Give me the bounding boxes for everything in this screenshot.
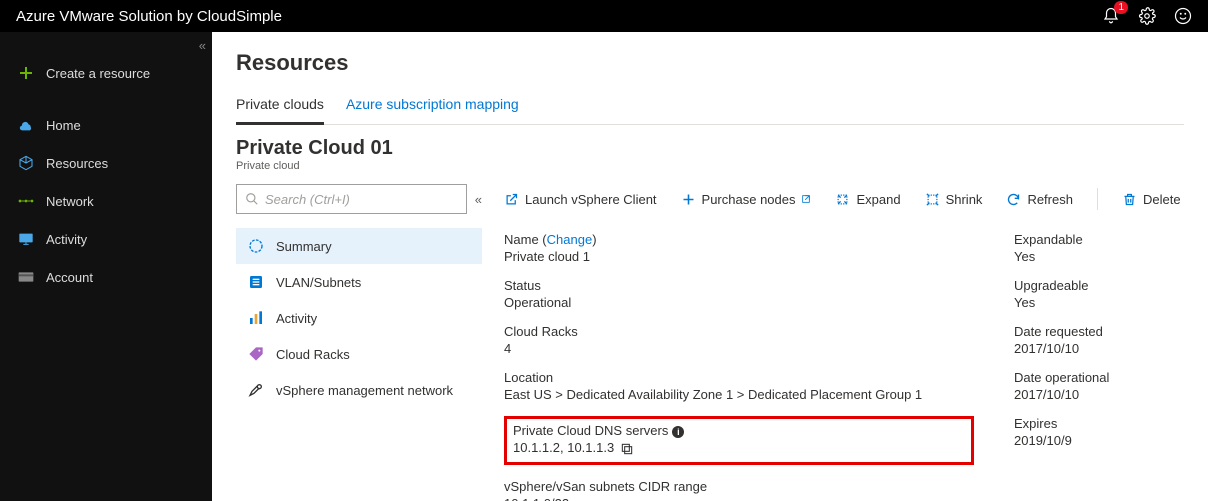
shrink-icon — [925, 192, 940, 207]
side-vsphere-label: vSphere management network — [276, 383, 453, 398]
card-icon — [18, 269, 34, 285]
delete-button[interactable]: Delete — [1122, 192, 1181, 207]
side-vsphere-network[interactable]: vSphere management network — [236, 372, 482, 408]
detail-dns-servers: Private Cloud DNS serversi 10.1.1.2, 10.… — [513, 423, 965, 456]
search-icon — [245, 192, 259, 206]
nav-account[interactable]: Account — [0, 258, 212, 296]
settings-button[interactable] — [1138, 7, 1156, 25]
summary-icon — [248, 238, 264, 254]
side-activity-label: Activity — [276, 311, 317, 326]
purchase-nodes-button[interactable]: Purchase nodes — [681, 192, 812, 207]
popout-icon — [801, 194, 811, 204]
nav-activity-label: Activity — [46, 232, 87, 247]
nav-network[interactable]: Network — [0, 182, 212, 220]
side-racks-label: Cloud Racks — [276, 347, 350, 362]
detail-location: Location East US > Dedicated Availabilit… — [504, 370, 974, 402]
feedback-button[interactable] — [1174, 7, 1192, 25]
copy-button[interactable] — [620, 442, 634, 456]
trash-icon — [1122, 192, 1137, 207]
detail-upgradeable: Upgradeable Yes — [1014, 278, 1184, 310]
create-resource-label: Create a resource — [46, 66, 150, 81]
side-summary-label: Summary — [276, 239, 332, 254]
cube-icon — [18, 155, 34, 171]
side-summary[interactable]: Summary — [236, 228, 482, 264]
purchase-nodes-label: Purchase nodes — [702, 192, 796, 207]
notification-badge: 1 — [1114, 1, 1128, 14]
nav-resources[interactable]: Resources — [0, 144, 212, 182]
expand-label: Expand — [856, 192, 900, 207]
search-input[interactable]: Search (Ctrl+I) — [236, 184, 467, 214]
sidepanel-collapse-button[interactable]: « — [475, 192, 482, 207]
resource-sidepanel: Search (Ctrl+I) « Summary VLAN/Subnets A… — [236, 184, 482, 501]
page-title: Resources — [236, 50, 1184, 76]
nav-network-label: Network — [46, 194, 94, 209]
resource-subtitle: Private cloud — [236, 160, 1184, 172]
launch-vsphere-button[interactable]: Launch vSphere Client — [504, 192, 657, 207]
detail-expandable: Expandable Yes — [1014, 232, 1184, 264]
tab-subscription-mapping[interactable]: Azure subscription mapping — [346, 90, 519, 124]
detail-date-operational: Date operational 2017/10/10 — [1014, 370, 1184, 402]
resource-title: Private Cloud 01 — [236, 137, 1184, 160]
left-navigation: « Create a resource Home Resources Netwo… — [0, 32, 212, 501]
network-icon — [18, 193, 34, 209]
app-title: Azure VMware Solution by CloudSimple — [16, 8, 282, 25]
expand-icon — [835, 192, 850, 207]
side-racks[interactable]: Cloud Racks — [236, 336, 482, 372]
side-vlan-label: VLAN/Subnets — [276, 275, 361, 290]
side-activity[interactable]: Activity — [236, 300, 482, 336]
detail-name: Name (Change) Private cloud 1 — [504, 232, 974, 264]
expand-button[interactable]: Expand — [835, 192, 900, 207]
detail-pane: Launch vSphere Client Purchase nodes Exp… — [482, 184, 1184, 501]
search-placeholder: Search (Ctrl+I) — [265, 192, 350, 207]
cloud-icon — [18, 117, 34, 133]
detail-cidr: vSphere/vSan subnets CIDR range 10.1.1.0… — [504, 479, 974, 501]
refresh-icon — [1006, 192, 1021, 207]
nav-resources-label: Resources — [46, 156, 108, 171]
topbar-actions: 1 — [1102, 7, 1192, 25]
shrink-label: Shrink — [946, 192, 983, 207]
nav-account-label: Account — [46, 270, 93, 285]
nav-home-label: Home — [46, 118, 81, 133]
plus-icon — [18, 65, 34, 81]
toolbar-divider — [1097, 188, 1098, 210]
detail-date-requested: Date requested 2017/10/10 — [1014, 324, 1184, 356]
info-icon[interactable]: i — [672, 426, 684, 438]
detail-expires: Expires 2019/10/9 — [1014, 416, 1184, 448]
change-name-link[interactable]: Change — [547, 232, 593, 247]
side-vlan[interactable]: VLAN/Subnets — [236, 264, 482, 300]
activity-icon — [248, 310, 264, 326]
monitor-icon — [18, 231, 34, 247]
detail-name-value: Private cloud 1 — [504, 249, 974, 264]
notifications-button[interactable]: 1 — [1102, 7, 1120, 25]
detail-cloud-racks: Cloud Racks 4 — [504, 324, 974, 356]
detail-status: Status Operational — [504, 278, 974, 310]
tab-private-clouds[interactable]: Private clouds — [236, 90, 324, 125]
plus-icon — [681, 192, 696, 207]
shrink-button[interactable]: Shrink — [925, 192, 983, 207]
delete-label: Delete — [1143, 192, 1181, 207]
topbar: Azure VMware Solution by CloudSimple 1 — [0, 0, 1208, 32]
wrench-icon — [248, 382, 264, 398]
nav-home[interactable]: Home — [0, 106, 212, 144]
vlan-icon — [248, 274, 264, 290]
refresh-label: Refresh — [1027, 192, 1073, 207]
external-link-icon — [504, 192, 519, 207]
refresh-button[interactable]: Refresh — [1006, 192, 1073, 207]
dns-servers-highlight: Private Cloud DNS serversi 10.1.1.2, 10.… — [504, 416, 974, 465]
tag-icon — [248, 346, 264, 362]
create-resource-button[interactable]: Create a resource — [0, 54, 212, 92]
nav-activity[interactable]: Activity — [0, 220, 212, 258]
leftnav-collapse-button[interactable]: « — [199, 38, 206, 53]
launch-vsphere-label: Launch vSphere Client — [525, 192, 657, 207]
tabs: Private clouds Azure subscription mappin… — [236, 90, 1184, 125]
main-content: Resources Private clouds Azure subscript… — [212, 32, 1208, 501]
toolbar: Launch vSphere Client Purchase nodes Exp… — [504, 184, 1184, 214]
